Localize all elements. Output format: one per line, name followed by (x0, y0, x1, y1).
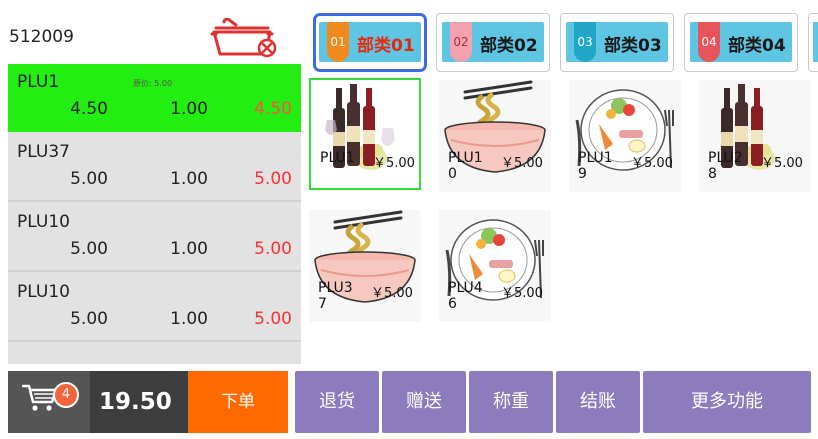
product-price: ￥5.00 (501, 286, 543, 301)
item-name: PLU37 (17, 142, 70, 162)
tab-code: 02 (450, 22, 472, 62)
tab-label: 部类02 (480, 36, 538, 56)
item-price: 5.00 (70, 309, 108, 329)
order-item-list[interactable]: PLU1 原价: 5.00 4.50 1.00 4.50 PLU37 5.00 … (8, 64, 301, 364)
order-row[interactable]: PLU10 5.00 1.00 5.00 (8, 274, 301, 342)
order-number: 512009 (9, 27, 74, 47)
cart-total: 19.50 (99, 389, 172, 415)
clear-order-button[interactable] (210, 17, 282, 58)
product-card[interactable]: PLU1 ￥5.00 (309, 78, 421, 190)
item-qty: 1.00 (170, 239, 208, 259)
product-card[interactable]: PLU37 ￥5.00 (309, 210, 421, 322)
submit-order-button[interactable]: 下单 (188, 371, 288, 433)
tab-background: 01 部类01 (319, 22, 421, 62)
product-card[interactable]: PLU19 ￥5.00 (569, 80, 681, 192)
item-original-price: 原价: 5.00 (133, 79, 173, 88)
item-amount: 5.00 (254, 169, 292, 189)
pot-delete-icon (210, 17, 277, 58)
order-row[interactable]: PLU10 5.00 1.00 5.00 (8, 204, 301, 272)
item-price: 4.50 (70, 99, 108, 119)
tab-category-04[interactable]: 04 部类04 (684, 13, 798, 72)
item-price: 5.00 (70, 239, 108, 259)
product-name: PLU1 (320, 150, 355, 166)
tab-code: 01 (327, 22, 349, 62)
tab-category-03[interactable]: 03 部类03 (560, 13, 674, 72)
order-row[interactable]: PLU37 5.00 1.00 5.00 (8, 134, 301, 202)
product-card[interactable]: PLU10 ￥5.00 (439, 80, 551, 192)
tab-label: 部类03 (604, 36, 662, 56)
tab-background: 03 部类03 (566, 22, 668, 62)
tab-label: 部类01 (357, 36, 415, 56)
tab-background: 02 部类02 (442, 22, 544, 62)
product-name: PLU46 (448, 280, 483, 312)
checkout-button[interactable]: 结账 (556, 371, 640, 433)
product-card[interactable]: PLU28 ￥5.00 (699, 80, 811, 192)
item-qty: 1.00 (170, 169, 208, 189)
item-name: PLU1 (17, 72, 60, 92)
item-amount: 5.00 (254, 239, 292, 259)
product-name: PLU28 (708, 150, 743, 182)
gift-button[interactable]: 赠送 (382, 371, 466, 433)
tab-category-01[interactable]: 01 部类01 (313, 13, 427, 72)
return-button[interactable]: 退货 (295, 371, 379, 433)
cart-button[interactable]: 4 (8, 371, 90, 433)
product-price: ￥5.00 (761, 156, 803, 171)
cart-summary[interactable]: 4 19.50 (8, 371, 188, 433)
item-price: 5.00 (70, 169, 108, 189)
tab-code: 03 (574, 22, 596, 62)
product-name: PLU37 (318, 280, 353, 312)
product-name: PLU10 (448, 150, 483, 182)
item-name: PLU10 (17, 282, 70, 302)
product-price: ￥5.00 (501, 156, 543, 171)
product-price: ￥5.00 (373, 156, 415, 171)
tab-category-overflow[interactable] (808, 13, 818, 72)
tab-category-02[interactable]: 02 部类02 (436, 13, 550, 72)
tab-background: 04 部类04 (690, 22, 792, 62)
product-price: ￥5.00 (631, 156, 673, 171)
order-row[interactable]: PLU1 原价: 5.00 4.50 1.00 4.50 (8, 64, 301, 132)
item-qty: 1.00 (170, 309, 208, 329)
item-amount: 4.50 (254, 99, 292, 119)
weigh-button[interactable]: 称重 (469, 371, 553, 433)
product-price: ￥5.00 (371, 286, 413, 301)
cart-count-badge: 4 (53, 382, 79, 408)
tab-background (813, 22, 818, 62)
wine-icon (325, 84, 395, 170)
more-functions-button[interactable]: 更多功能 (643, 371, 811, 433)
tab-label: 部类04 (728, 36, 786, 56)
product-name: PLU19 (578, 150, 613, 182)
item-amount: 5.00 (254, 309, 292, 329)
product-card[interactable]: PLU46 ￥5.00 (439, 210, 551, 322)
item-qty: 1.00 (170, 99, 208, 119)
item-name: PLU10 (17, 212, 70, 232)
tab-code: 04 (698, 22, 720, 62)
